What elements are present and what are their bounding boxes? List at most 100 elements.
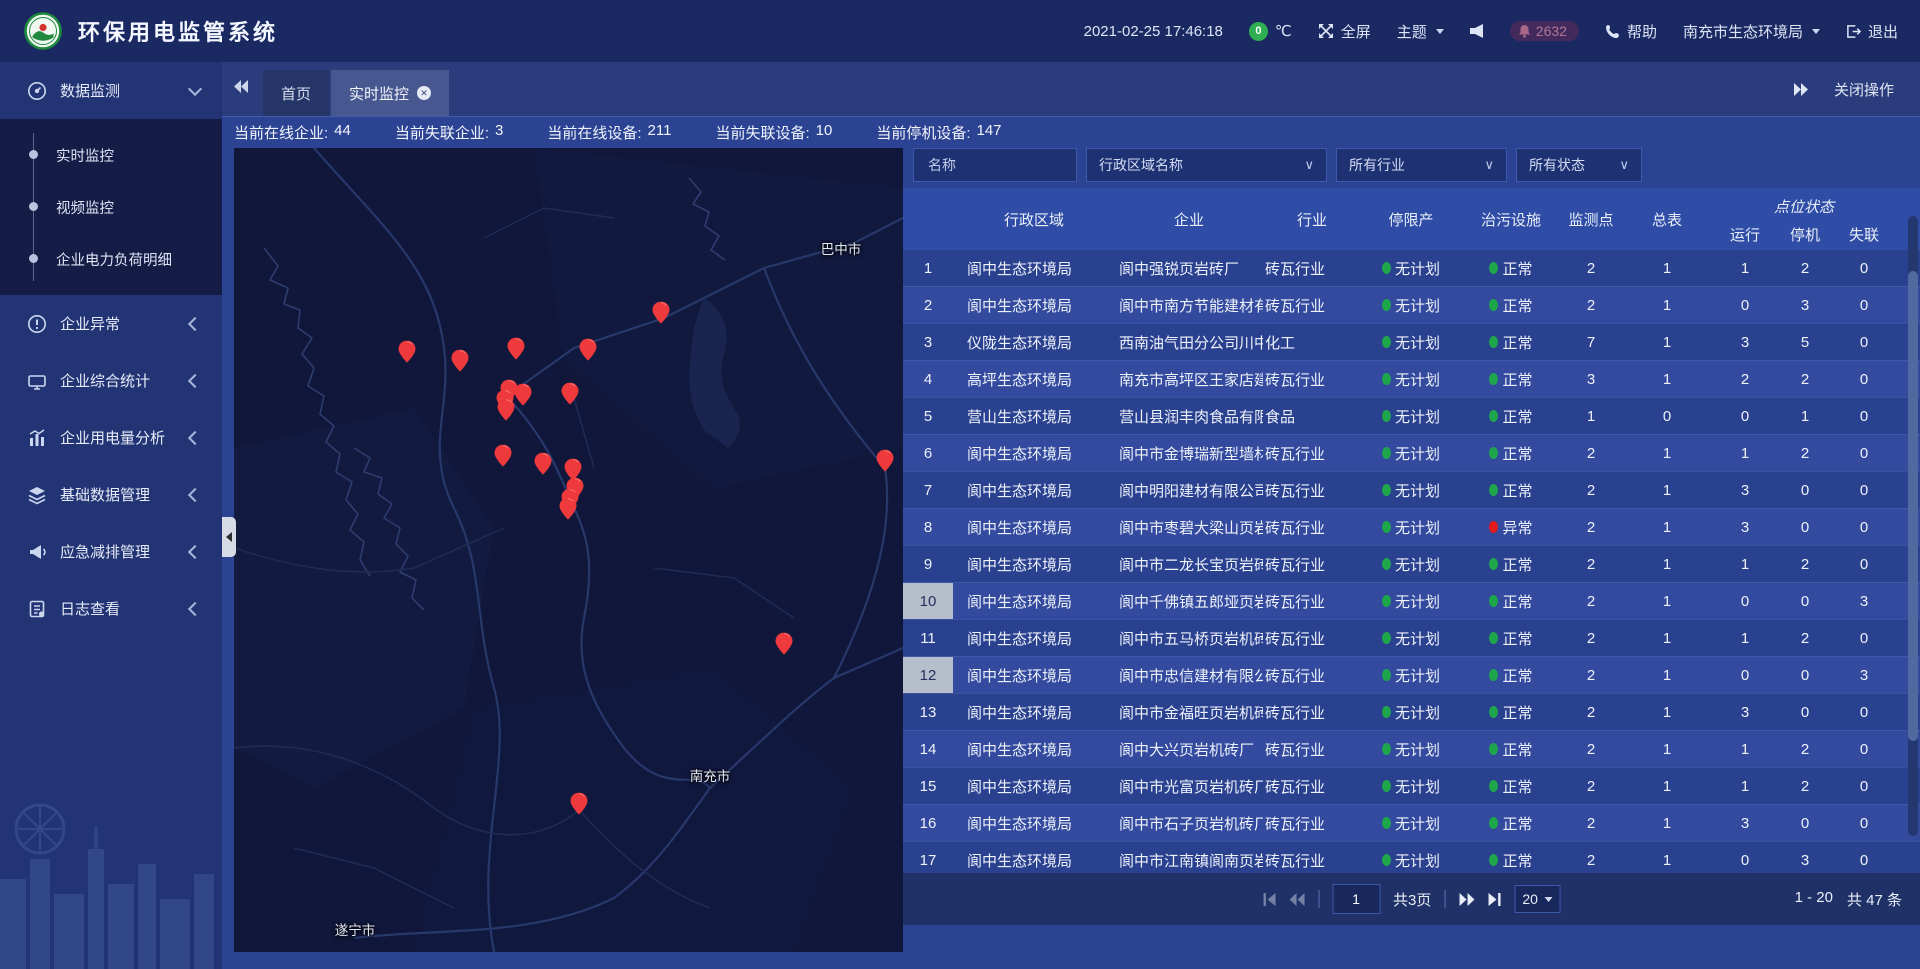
tab-0[interactable]: 首页 — [263, 70, 329, 116]
next-page-button[interactable] — [1458, 893, 1474, 906]
cell-industry: 砖瓦行业 — [1263, 813, 1361, 834]
sidebar-item-4[interactable]: 基础数据管理 — [0, 466, 222, 523]
tabs-scroll-left-button[interactable] — [234, 80, 249, 98]
cell-company: 阆中市二龙长宝页岩砖 — [1115, 554, 1263, 575]
sidebar-subitem-label: 视频监控 — [56, 197, 114, 218]
map-pin-icon[interactable] — [580, 339, 597, 361]
industry-filter-dropdown[interactable]: 所有行业 ∨ — [1336, 148, 1507, 182]
cell-monitor-points: 2 — [1561, 593, 1621, 610]
cell-region: 高坪生态环境局 — [953, 369, 1115, 390]
prev-page-button[interactable] — [1289, 893, 1305, 906]
sidebar-subitem-1[interactable]: 视频监控 — [0, 181, 222, 233]
sound-toggle[interactable] — [1470, 23, 1484, 39]
app-logo-icon — [24, 12, 62, 50]
map-pin-icon[interactable] — [452, 350, 469, 372]
table-row[interactable]: 15阆中生态环境局阆中市光富页岩机砖厂砖瓦行业无计划正常21120 — [903, 767, 1920, 804]
help-button[interactable]: 帮助 — [1605, 21, 1657, 42]
sidebar-collapse-handle[interactable] — [222, 517, 236, 557]
sidebar-item-5[interactable]: 应急减排管理 — [0, 523, 222, 580]
table-row[interactable]: 13阆中生态环境局阆中市金福旺页岩机砖砖瓦行业无计划正常21300 — [903, 693, 1920, 730]
map-pin-icon[interactable] — [776, 633, 793, 655]
table-row[interactable]: 17阆中生态环境局阆中市江南镇阆南页岩砖瓦行业无计划正常21030 — [903, 841, 1920, 875]
map-panel[interactable]: 巴中市南充市遂宁市 — [234, 148, 903, 952]
region-filter-dropdown[interactable]: 行政区域名称 ∨ — [1086, 148, 1327, 182]
tab-1[interactable]: 实时监控✕ — [331, 70, 449, 116]
page-size-select[interactable]: 20 — [1514, 885, 1561, 913]
map-pin-icon[interactable] — [877, 450, 894, 472]
close-operations-button[interactable]: 关闭操作 — [1834, 79, 1894, 100]
map-pin-icon[interactable] — [508, 338, 525, 360]
map-pin-icon[interactable] — [560, 498, 577, 520]
sidebar-item-2[interactable]: 企业综合统计 — [0, 352, 222, 409]
sidebar-item-6[interactable]: 日志查看 — [0, 580, 222, 637]
table-row[interactable]: 14阆中生态环境局阆中大兴页岩机砖厂砖瓦行业无计划正常21120 — [903, 730, 1920, 767]
column-header-5: 监测点 — [1561, 188, 1621, 250]
name-filter-input[interactable] — [926, 156, 1064, 174]
column-header-1: 企业 — [1115, 188, 1263, 250]
map-basemap — [234, 148, 903, 952]
cell-total-meters: 1 — [1621, 667, 1713, 684]
chevron-left-icon — [188, 544, 202, 558]
status-dot-icon — [1382, 262, 1391, 274]
table-row[interactable]: 4高坪生态环境局南充市高坪区王家店建砖瓦行业无计划正常31220 — [903, 360, 1920, 397]
cell-limit-status: 无计划 — [1361, 776, 1461, 797]
user-org-dropdown[interactable]: 南充市生态环境局 — [1683, 21, 1820, 42]
sidebar-item-0[interactable]: 数据监测 — [0, 62, 222, 119]
table-row[interactable]: 9阆中生态环境局阆中市二龙长宝页岩砖砖瓦行业无计划正常21120 — [903, 545, 1920, 582]
status-dot-icon — [1489, 336, 1498, 348]
table-row[interactable]: 10阆中生态环境局阆中千佛镇五郎垭页岩砖瓦行业无计划正常21003 — [903, 582, 1920, 619]
cell-lost: 0 — [1833, 482, 1895, 499]
page-number-input[interactable] — [1332, 884, 1380, 914]
sidebar-item-label: 基础数据管理 — [60, 484, 150, 505]
name-filter[interactable] — [913, 148, 1077, 182]
first-page-button[interactable] — [1262, 893, 1276, 906]
map-pin-icon[interactable] — [515, 384, 532, 406]
map-pin-icon[interactable] — [498, 399, 515, 421]
status-dot-icon — [1382, 632, 1391, 644]
map-pin-icon[interactable] — [653, 302, 670, 324]
theme-dropdown[interactable]: 主题 — [1397, 21, 1444, 42]
last-page-button[interactable] — [1487, 893, 1501, 906]
table-row[interactable]: 5营山生态环境局营山县润丰肉食品有限食品无计划正常10010 — [903, 397, 1920, 434]
table-row[interactable]: 2阆中生态环境局阆中市南方节能建材有砖瓦行业无计划正常21030 — [903, 286, 1920, 323]
cell-limit-status: 无计划 — [1361, 332, 1461, 353]
status-filter-dropdown[interactable]: 所有状态 ∨ — [1516, 148, 1642, 182]
cell-limit-status: 无计划 — [1361, 554, 1461, 575]
sidebar-item-1[interactable]: 企业异常 — [0, 295, 222, 352]
cell-stopped: 0 — [1777, 704, 1833, 721]
map-pin-icon[interactable] — [399, 341, 416, 363]
sidebar-subitem-0[interactable]: 实时监控 — [0, 129, 222, 181]
cell-total-meters: 1 — [1621, 704, 1713, 721]
table-row[interactable]: 8阆中生态环境局阆中市枣碧大梁山页岩砖瓦行业无计划异常21300 — [903, 508, 1920, 545]
table-scrollbar[interactable] — [1908, 216, 1918, 836]
table-row[interactable]: 1阆中生态环境局阆中强锐页岩砖厂砖瓦行业无计划正常21120 — [903, 250, 1920, 286]
cell-region: 阆中生态环境局 — [953, 776, 1115, 797]
fullscreen-button[interactable]: 全屏 — [1318, 21, 1371, 42]
double-chevron-right-icon — [1458, 893, 1474, 906]
notification-badge[interactable]: 2632 — [1510, 21, 1579, 41]
scrollbar-thumb[interactable] — [1908, 271, 1918, 741]
map-pin-icon[interactable] — [562, 383, 579, 405]
map-pin-icon[interactable] — [495, 445, 512, 467]
cell-industry: 化工 — [1263, 332, 1361, 353]
cell-running: 0 — [1713, 667, 1777, 684]
table-row[interactable]: 3仪陇生态环境局西南油气田分公司川中化工无计划正常71350 — [903, 323, 1920, 360]
total-count-label: 共 47 条 — [1847, 889, 1902, 910]
row-number: 16 — [903, 805, 953, 841]
sidebar-item-3[interactable]: 企业用电量分析 — [0, 409, 222, 466]
map-pin-icon[interactable] — [571, 793, 588, 815]
sidebar-subitem-2[interactable]: 企业电力负荷明细 — [0, 233, 222, 285]
column-group-header: 点位状态 — [1713, 188, 1895, 219]
table-row[interactable]: 7阆中生态环境局阆中明阳建材有限公司砖瓦行业无计划正常21300 — [903, 471, 1920, 508]
table-row[interactable]: 16阆中生态环境局阆中市石子页岩机砖厂砖瓦行业无计划正常21300 — [903, 804, 1920, 841]
tabs-scroll-right-button[interactable] — [1793, 83, 1808, 96]
table-row[interactable]: 12阆中生态环境局阆中市忠信建材有限公砖瓦行业无计划正常21003 — [903, 656, 1920, 693]
close-icon[interactable]: ✕ — [417, 86, 431, 100]
logout-button[interactable]: 退出 — [1846, 21, 1898, 42]
table-row[interactable]: 6阆中生态环境局阆中市金博瑞新型墙材砖瓦行业无计划正常21120 — [903, 434, 1920, 471]
exit-icon — [1846, 24, 1861, 39]
cell-monitor-points: 2 — [1561, 852, 1621, 869]
table-row[interactable]: 11阆中生态环境局阆中市五马桥页岩机砖砖瓦行业无计划正常21120 — [903, 619, 1920, 656]
chevron-left-icon — [188, 373, 202, 387]
map-pin-icon[interactable] — [535, 453, 552, 475]
